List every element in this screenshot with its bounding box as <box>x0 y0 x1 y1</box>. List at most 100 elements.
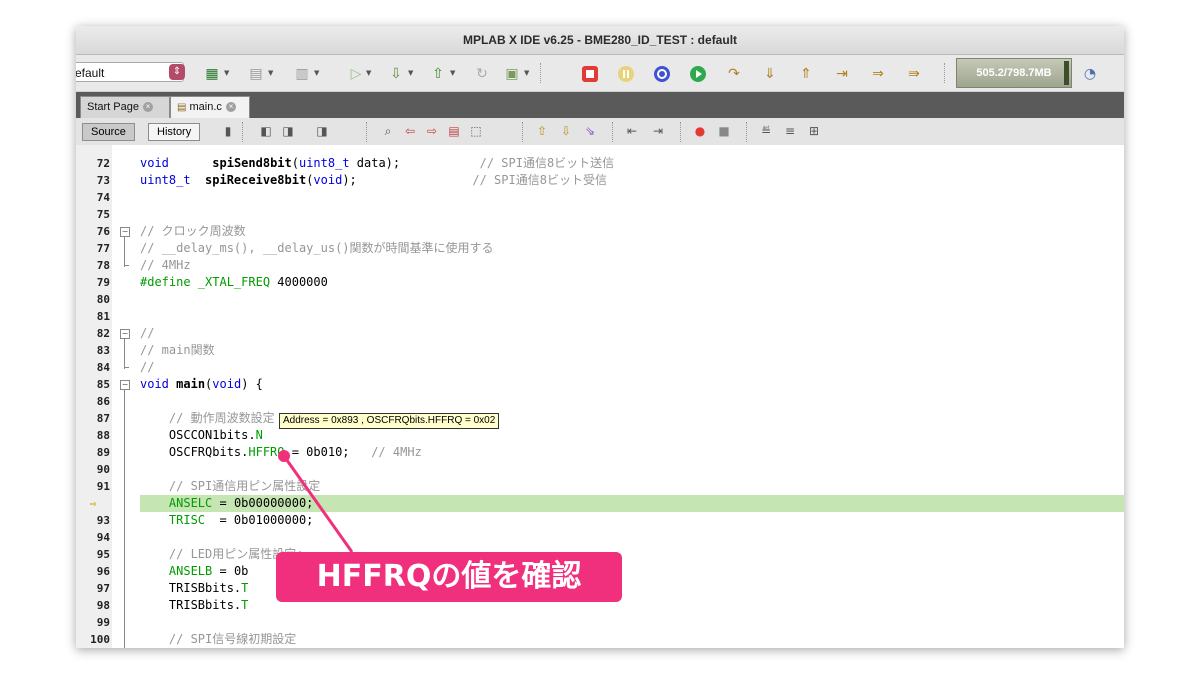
line-number[interactable]: 90 <box>76 461 110 478</box>
code-line[interactable]: TRISC = 0b01000000; <box>140 512 314 529</box>
code-line[interactable]: OSCFRQbits.HFFRQ = 0b010; // 4MHz <box>140 444 422 461</box>
dropdown-arrow-icon[interactable]: ▼ <box>366 69 371 77</box>
find-previous-icon[interactable]: ⇦ <box>402 122 418 140</box>
forward-icon[interactable]: ◨ <box>280 122 296 140</box>
code-line[interactable]: TRISBbits.T <box>140 580 249 597</box>
tab-start-page[interactable]: Start Page × <box>80 96 170 118</box>
line-number[interactable]: 77 <box>76 240 110 257</box>
comment-icon[interactable]: ≝ <box>758 122 774 140</box>
pause-icon[interactable] <box>616 64 636 84</box>
history-nav-icon[interactable]: ◨ <box>314 122 330 140</box>
memory-usage-indicator[interactable]: 505.2/798.7MB <box>956 58 1072 88</box>
fold-toggle-icon[interactable]: − <box>120 227 130 237</box>
fold-toggle-icon[interactable]: − <box>120 329 130 339</box>
prev-bookmark-icon[interactable]: ⇧ <box>534 122 550 140</box>
fold-toggle-icon[interactable]: − <box>120 380 130 390</box>
dropdown-arrow-icon[interactable]: ▼ <box>450 69 455 77</box>
code-line[interactable]: // main関数 <box>140 342 215 359</box>
line-number[interactable]: 89 <box>76 444 110 461</box>
line-number[interactable]: 98 <box>76 597 110 614</box>
code-line[interactable]: // 4MHz <box>140 257 191 274</box>
code-line[interactable]: TRISBbits.T <box>140 597 249 614</box>
line-number[interactable]: 84 <box>76 359 110 376</box>
find-next-icon[interactable]: ⇨ <box>424 122 440 140</box>
line-number[interactable]: 82 <box>76 325 110 342</box>
back-icon[interactable]: ◧ <box>258 122 274 140</box>
line-number[interactable]: 80 <box>76 291 110 308</box>
code-line[interactable]: // SPI通信用ピン属性設定 <box>140 478 320 495</box>
code-line[interactable]: // 動作周波数設定 <box>140 410 275 427</box>
line-number[interactable]: 72 <box>76 155 110 172</box>
line-number[interactable]: 99 <box>76 614 110 631</box>
toggle-bookmark-icon[interactable]: ⇘ <box>582 122 598 140</box>
stop-macro-icon[interactable]: ■ <box>716 122 732 140</box>
line-number[interactable]: 86 <box>76 393 110 410</box>
program-device-icon[interactable]: ▣ <box>502 64 522 84</box>
shift-right-icon[interactable]: ⇥ <box>650 122 666 140</box>
close-icon[interactable]: × <box>225 102 236 113</box>
line-number[interactable]: 83 <box>76 342 110 359</box>
code-line[interactable]: // __delay_ms(), __delay_us()関数が時間基準に使用す… <box>140 240 494 257</box>
continue-icon[interactable] <box>688 64 708 84</box>
next-bookmark-icon[interactable]: ⇩ <box>558 122 574 140</box>
shift-left-icon[interactable]: ⇤ <box>624 122 640 140</box>
line-number[interactable]: 96 <box>76 563 110 580</box>
set-pc-icon[interactable]: ⇒ <box>868 64 888 84</box>
code-line[interactable]: // <box>140 325 154 342</box>
line-number[interactable]: 78 <box>76 257 110 274</box>
code-line[interactable]: void main(void) { <box>140 376 263 393</box>
line-number[interactable]: 93 <box>76 512 110 529</box>
stop-icon[interactable] <box>580 64 600 84</box>
code-line[interactable]: // SPI信号線初期設定 <box>140 631 296 648</box>
close-icon[interactable]: × <box>142 102 153 113</box>
refresh-icon[interactable]: ↻ <box>472 64 492 84</box>
dropdown-arrow-icon[interactable]: ▼ <box>268 69 273 77</box>
line-number[interactable]: 94 <box>76 529 110 546</box>
focus-cursor-icon[interactable]: ⇛ <box>904 64 924 84</box>
line-number[interactable]: 95 <box>76 546 110 563</box>
make-clean-icon[interactable]: ⇧ <box>428 64 448 84</box>
configuration-select[interactable]: efault ⇕ <box>76 62 185 82</box>
chevron-updown-icon[interactable]: ⇕ <box>169 64 185 80</box>
line-number[interactable]: 74 <box>76 189 110 206</box>
code-line[interactable]: void spiSend8bit(uint8_t data); // SPI通信… <box>140 155 614 172</box>
build-icon[interactable]: ⇩ <box>386 64 406 84</box>
toggle-highlight-icon[interactable]: ▤ <box>446 122 462 140</box>
dropdown-arrow-icon[interactable]: ▼ <box>524 69 529 77</box>
step-out-icon[interactable]: ⇑ <box>796 64 816 84</box>
garbage-collect-icon[interactable]: ◔ <box>1080 64 1100 84</box>
line-number[interactable]: 76 <box>76 223 110 240</box>
rect-select-icon[interactable]: ⬚ <box>468 122 484 140</box>
reset-icon[interactable] <box>652 64 672 84</box>
line-number[interactable]: 87 <box>76 410 110 427</box>
diff-icon[interactable]: ⊞ <box>806 122 822 140</box>
code-line[interactable]: OSCCON1bits.N <box>140 427 263 444</box>
source-button[interactable]: Source <box>82 123 135 141</box>
step-over-icon[interactable]: ↷ <box>724 64 744 84</box>
line-number[interactable]: 100 <box>76 631 110 648</box>
line-number[interactable]: 75 <box>76 206 110 223</box>
record-macro-icon[interactable]: ● <box>692 122 708 140</box>
code-line[interactable]: ANSELB = 0b <box>140 563 248 580</box>
line-number[interactable]: 91 <box>76 478 110 495</box>
line-number[interactable]: 79 <box>76 274 110 291</box>
uncomment-icon[interactable]: ≡ <box>782 122 798 140</box>
last-edit-icon[interactable]: ▮ <box>220 122 236 140</box>
history-button[interactable]: History <box>148 123 201 141</box>
code-line[interactable]: #define _XTAL_FREQ 4000000 <box>140 274 328 291</box>
line-number[interactable]: 73 <box>76 172 110 189</box>
line-number[interactable]: 81 <box>76 308 110 325</box>
line-number[interactable]: 85 <box>76 376 110 393</box>
run-to-cursor-icon[interactable]: ⇥ <box>832 64 852 84</box>
open-project-icon[interactable]: ▤ <box>246 64 266 84</box>
find-icon[interactable]: ⌕ <box>380 122 396 140</box>
dropdown-arrow-icon[interactable]: ▼ <box>224 69 229 77</box>
line-number[interactable]: 97 <box>76 580 110 597</box>
step-into-icon[interactable]: ⇓ <box>760 64 780 84</box>
code-line[interactable]: // <box>140 359 154 376</box>
new-project-icon[interactable]: ▦ <box>202 64 222 84</box>
tab-main-c[interactable]: ▤ main.c × <box>170 96 250 118</box>
dropdown-arrow-icon[interactable]: ▼ <box>408 69 413 77</box>
close-project-icon[interactable]: ▥ <box>292 64 312 84</box>
dropdown-arrow-icon[interactable]: ▼ <box>314 69 319 77</box>
